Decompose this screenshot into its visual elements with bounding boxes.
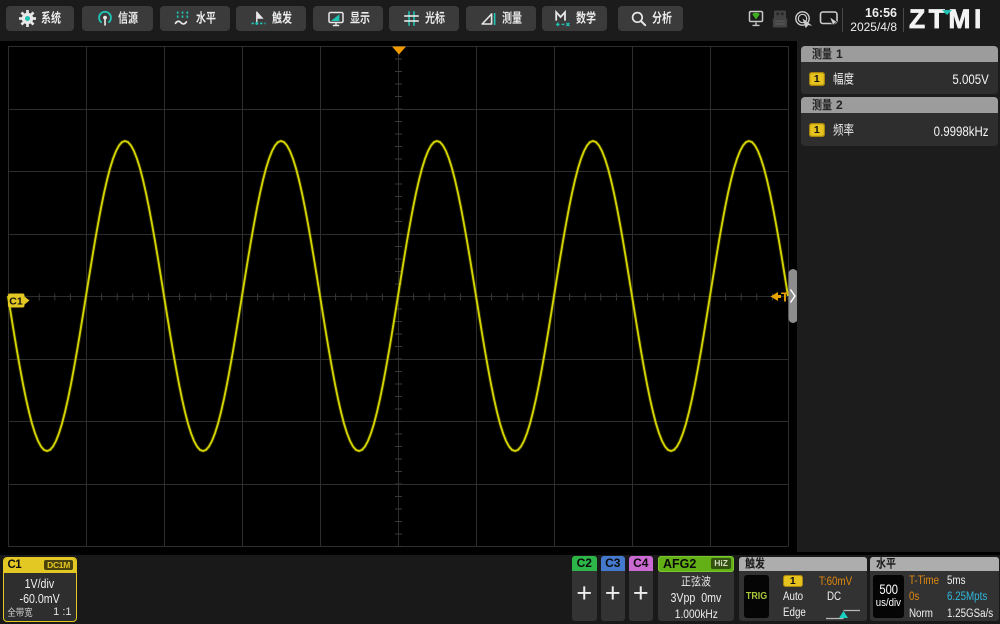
svg-text:T: T — [781, 290, 789, 305]
svg-text:C1: C1 — [9, 296, 23, 308]
